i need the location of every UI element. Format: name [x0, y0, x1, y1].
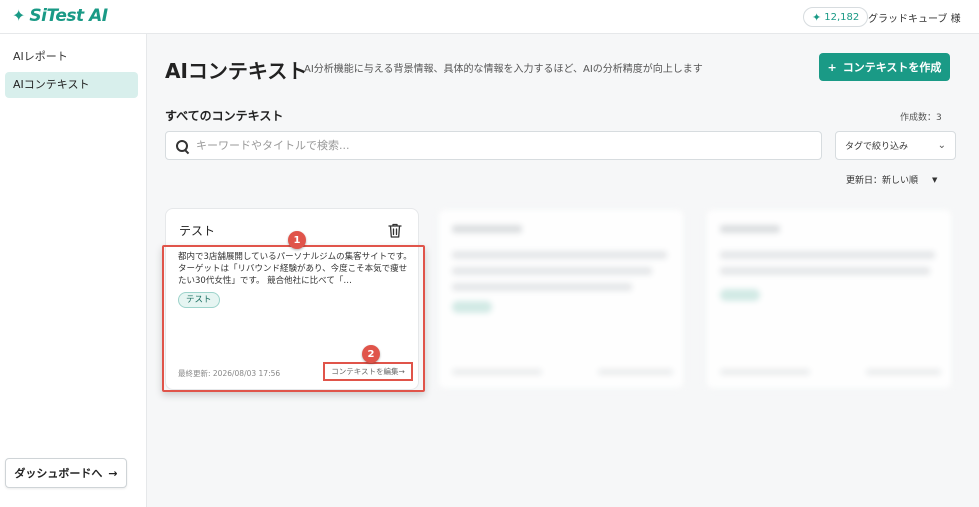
create-context-button[interactable]: + コンテキストを作成 [819, 53, 950, 81]
sort-select[interactable]: 更新日：新しい順 ▼ [846, 173, 938, 187]
trash-icon[interactable] [388, 223, 402, 238]
step-badge-1: 1 [288, 231, 306, 249]
dashboard-button[interactable]: ダッシュボードへ → [5, 458, 127, 488]
create-context-label: コンテキストを作成 [842, 61, 942, 74]
page-description: AI分析機能に与える背景情報、具体的な情報を入力するほど、AIの分析精度が向上し… [304, 64, 703, 75]
card-description: 都内で3店舗展開しているパーソナルジムの集客サイトです。ターゲットは「リバウンド… [178, 252, 412, 286]
search-icon [176, 139, 188, 152]
user-name[interactable]: グラッドキューブ 様 [868, 10, 961, 25]
card-title: テスト [179, 224, 216, 238]
arrow-right-icon: → [108, 466, 118, 480]
tag-pill[interactable]: テスト [178, 292, 220, 308]
edit-context-button[interactable]: コンテキストを編集→ [323, 362, 413, 381]
dashboard-button-label: ダッシュボードへ [14, 467, 103, 480]
context-card-blurred[interactable] [705, 208, 953, 390]
last-updated: 最終更新: 2026/08/03 17:56 [178, 369, 281, 378]
logo-text: SiTest AI [29, 6, 108, 26]
sidebar: AIレポート AIコンテキスト ダッシュボードへ → [0, 34, 147, 507]
sidebar-item-ai-context[interactable]: AIコンテキスト [5, 72, 138, 98]
page-title: AIコンテキスト [165, 59, 308, 83]
chevron-down-icon: ⌄ [937, 140, 946, 151]
sparkle-icon: ✦ [812, 10, 822, 24]
sidebar-item-ai-report[interactable]: AIレポート [5, 44, 138, 70]
tag-filter-label: タグで絞り込み [845, 142, 909, 152]
top-bar: ✦ SiTest AI ✦ 12,182 グラッドキューブ 様 [0, 0, 979, 34]
search-input[interactable] [196, 139, 796, 152]
credits-badge[interactable]: ✦ 12,182 [803, 7, 869, 27]
step-badge-2: 2 [362, 345, 380, 363]
context-card-blurred[interactable] [437, 208, 685, 390]
sparkle-icon: ✦ [12, 6, 26, 25]
app-logo[interactable]: ✦ SiTest AI [12, 6, 108, 26]
plus-icon: + [827, 60, 837, 74]
context-count: 作成数：3 [900, 113, 942, 123]
search-box[interactable] [165, 131, 822, 160]
caret-down-icon: ▼ [932, 175, 938, 184]
tag-filter-select[interactable]: タグで絞り込み ⌄ [835, 131, 956, 160]
credits-value: 12,182 [824, 11, 860, 23]
sort-label: 更新日：新しい順 [846, 176, 919, 186]
section-title: すべてのコンテキスト [165, 109, 284, 123]
